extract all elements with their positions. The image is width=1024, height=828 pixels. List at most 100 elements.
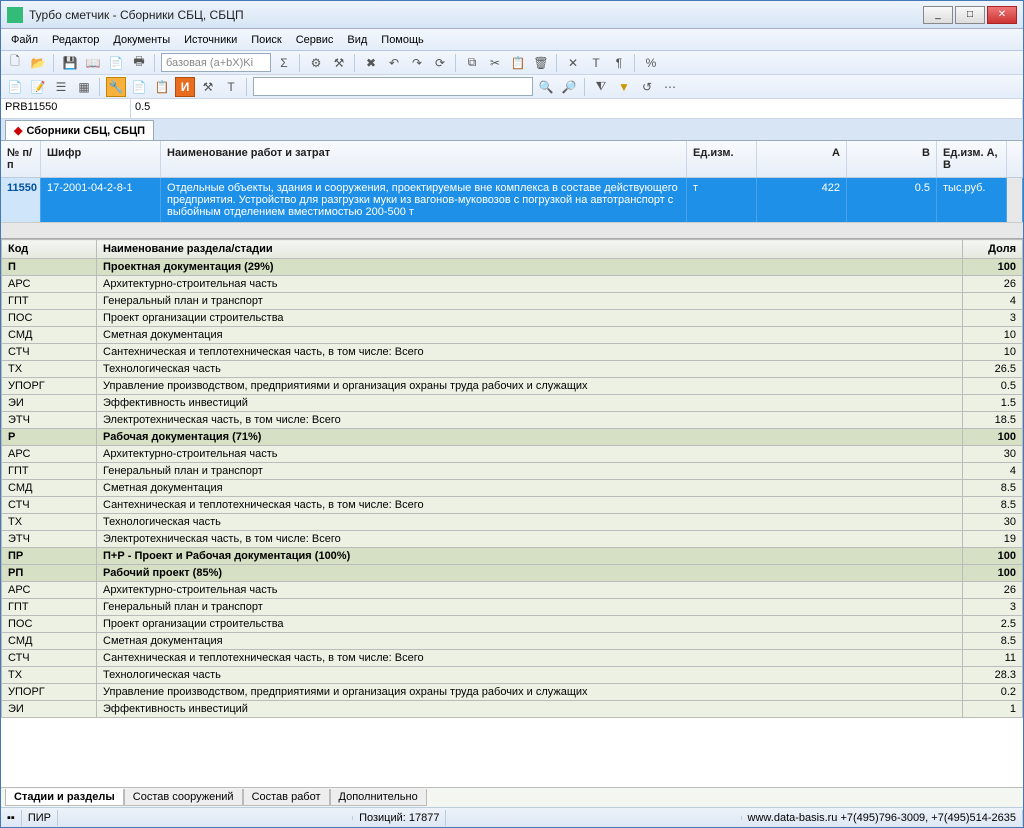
page-icon[interactable]: 📄 [106,53,126,73]
tool-icon[interactable]: ⚙ [306,53,326,73]
tool2-icon[interactable]: ⚒ [329,53,349,73]
menu-service[interactable]: Сервис [290,32,340,48]
sigma-icon[interactable]: Σ [274,53,294,73]
hscrollbar[interactable] [1,222,1023,238]
table-row[interactable]: СМДСметная документация8.5 [2,633,1023,650]
col-code[interactable]: Шифр [41,141,161,177]
find-icon[interactable]: 🔍 [536,77,556,97]
col2-code[interactable]: Код [2,240,97,259]
main-grid-row[interactable]: 11550 17-2001-04-2-8-1 Отдельные объекты… [1,178,1023,222]
col2-share[interactable]: Доля [963,240,1023,259]
refresh-icon[interactable]: ⟳ [430,53,450,73]
bold-i-icon[interactable]: И [175,77,195,97]
doc3-icon[interactable]: 📋 [152,77,172,97]
table-row[interactable]: ГПТГенеральный план и транспорт4 [2,463,1023,480]
btab-works[interactable]: Состав работ [243,789,330,806]
table-row[interactable]: СТЧСантехническая и теплотехническая час… [2,344,1023,361]
save-icon[interactable]: 💾 [60,53,80,73]
table-row[interactable]: ЭИЭффективность инвестиций1 [2,701,1023,718]
text2-icon[interactable]: T [221,77,241,97]
percent-icon[interactable]: % [641,53,661,73]
table-row[interactable]: ЭТЧЭлектротехническая часть, в том числе… [2,531,1023,548]
list-icon[interactable]: ☰ [51,77,71,97]
delete-icon[interactable]: ✖ [361,53,381,73]
table-row[interactable]: ГПТГенеральный план и транспорт3 [2,599,1023,616]
table-row[interactable]: СМДСметная документация10 [2,327,1023,344]
cell-a: 422 [757,178,847,222]
search-combo[interactable] [253,77,533,96]
open-icon[interactable]: 📂 [28,53,48,73]
table-row[interactable]: РПРабочий проект (85%)100 [2,565,1023,582]
code-field[interactable]: PRB11550 [1,99,131,118]
table-row[interactable]: АРСАрхитектурно-строительная часть30 [2,446,1023,463]
filter-icon[interactable]: ⧨ [591,77,611,97]
table-row[interactable]: УПОРГУправление производством, предприят… [2,378,1023,395]
col-name[interactable]: Наименование работ и затрат [161,141,687,177]
table-row[interactable]: ПОСПроект организации строительства2.5 [2,616,1023,633]
table-row[interactable]: ТХТехнологическая часть26.5 [2,361,1023,378]
print-icon[interactable]: 🖶 [129,53,149,73]
doc2-icon[interactable]: 📄 [129,77,149,97]
close-button[interactable]: ✕ [987,6,1017,24]
col-unit[interactable]: Ед.изм. [687,141,757,177]
doctext-icon[interactable]: 📝 [28,77,48,97]
table-row[interactable]: СМДСметная документация8.5 [2,480,1023,497]
funnel-icon[interactable]: ▼ [614,77,634,97]
table-row[interactable]: РРабочая документация (71%)100 [2,429,1023,446]
table-row[interactable]: ЭИЭффективность инвестиций1.5 [2,395,1023,412]
table-row[interactable]: АРСАрхитектурно-строительная часть26 [2,276,1023,293]
table-row[interactable]: ГПТГенеральный план и транспорт4 [2,293,1023,310]
btab-structures[interactable]: Состав сооружений [124,789,243,806]
new-icon[interactable]: 🗋 [5,53,25,73]
grid-icon[interactable]: ▦ [74,77,94,97]
col-b[interactable]: В [847,141,937,177]
more-icon[interactable]: ⋯ [660,77,680,97]
cut-icon[interactable]: ✂ [485,53,505,73]
table-row[interactable]: ТХТехнологическая часть28.3 [2,667,1023,684]
table-row[interactable]: ЭТЧЭлектротехническая часть, в том числе… [2,412,1023,429]
restore-icon[interactable]: ↺ [637,77,657,97]
col2-name[interactable]: Наименование раздела/стадии [97,240,963,259]
col-a[interactable]: А [757,141,847,177]
cell-share: 28.3 [963,667,1023,684]
btab-stages[interactable]: Стадии и разделы [5,789,124,806]
table-row[interactable]: УПОРГУправление производством, предприят… [2,684,1023,701]
scroll-gutter[interactable] [1007,178,1023,222]
doc-icon[interactable]: 📄 [5,77,25,97]
text-icon[interactable]: T [586,53,606,73]
value-field[interactable]: 0.5 [131,99,1023,118]
cancel-icon[interactable]: ✕ [563,53,583,73]
tab-sbornik[interactable]: ◆ Сборники СБЦ, СБЦП [5,120,154,140]
undo-icon[interactable]: ↶ [384,53,404,73]
table-row[interactable]: АРСАрхитектурно-строительная часть26 [2,582,1023,599]
table-row[interactable]: ППроектная документация (29%)100 [2,259,1023,276]
table-row[interactable]: СТЧСантехническая и теплотехническая час… [2,650,1023,667]
menu-documents[interactable]: Документы [107,32,176,48]
menu-view[interactable]: Вид [341,32,373,48]
table-row[interactable]: ПРП+Р - Проект и Рабочая документация (1… [2,548,1023,565]
paste-icon[interactable]: 📋 [508,53,528,73]
basis-combo[interactable]: базовая (a+bX)Ki [161,53,271,72]
table-row[interactable]: ПОСПроект организации строительства3 [2,310,1023,327]
findnext-icon[interactable]: 🔎 [559,77,579,97]
btab-extra[interactable]: Дополнительно [330,789,427,806]
table-row[interactable]: СТЧСантехническая и теплотехническая час… [2,497,1023,514]
minimize-button[interactable]: _ [923,6,953,24]
cell-code: ЭИ [2,395,97,412]
menu-editor[interactable]: Редактор [46,32,105,48]
trash-icon[interactable]: 🗑 [531,53,551,73]
menu-sources[interactable]: Источники [178,32,243,48]
copy-icon[interactable]: ⧉ [462,53,482,73]
menu-help[interactable]: Помощь [375,32,430,48]
book-icon[interactable]: 📖 [83,53,103,73]
menu-search[interactable]: Поиск [245,32,287,48]
maximize-button[interactable]: □ [955,6,985,24]
col-unitab[interactable]: Ед.изм. А, В [937,141,1007,177]
table-row[interactable]: ТХТехнологическая часть30 [2,514,1023,531]
col-num[interactable]: № п/п [1,141,41,177]
menu-file[interactable]: Файл [5,32,44,48]
redo-icon[interactable]: ↷ [407,53,427,73]
para-icon[interactable]: ¶ [609,53,629,73]
tools-icon[interactable]: ⚒ [198,77,218,97]
wrench-icon[interactable]: 🔧 [106,77,126,97]
